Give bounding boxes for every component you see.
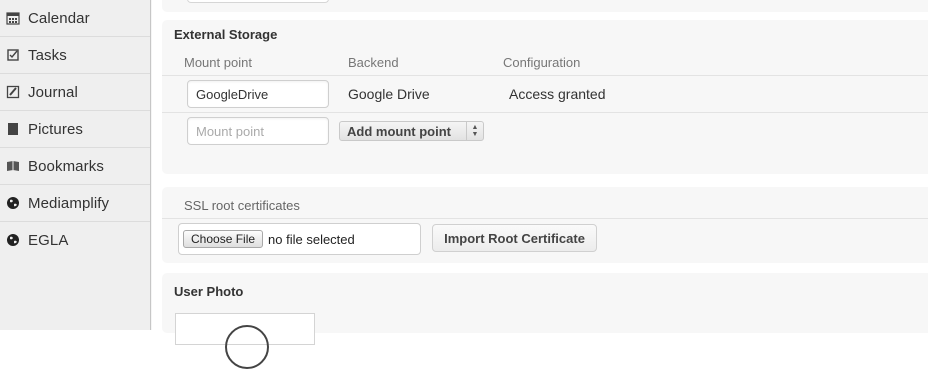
- settings-content: External Storage Mount point Backend Con…: [152, 0, 928, 369]
- certificate-file-input[interactable]: Choose File no file selected: [178, 223, 421, 255]
- section-divider: [162, 218, 928, 219]
- mount-point-input[interactable]: [187, 80, 329, 108]
- sidebar-item-label: Tasks: [28, 46, 67, 64]
- column-header-configuration: Configuration: [503, 55, 581, 70]
- sidebar-item-journal[interactable]: Journal: [0, 74, 150, 111]
- bookmarks-icon: [6, 159, 20, 173]
- globe-icon: [6, 196, 20, 210]
- sidebar-item-tasks[interactable]: Tasks: [0, 37, 150, 74]
- add-mount-point-label: Add mount point: [347, 123, 451, 139]
- user-photo-frame: [175, 313, 315, 369]
- pictures-icon: [6, 122, 20, 136]
- sidebar-item-label: Bookmarks: [28, 157, 104, 175]
- section-title: SSL root certificates: [184, 198, 300, 213]
- sidebar-item-label: Calendar: [28, 9, 90, 27]
- file-status: no file selected: [268, 231, 355, 247]
- external-storage-section: External Storage Mount point Backend Con…: [162, 20, 928, 174]
- ssl-section: SSL root certificates Choose File no fil…: [162, 187, 928, 263]
- table-divider: [162, 112, 928, 113]
- previous-section: [162, 0, 928, 12]
- sidebar-item-mediamplify[interactable]: Mediamplify: [0, 185, 150, 222]
- journal-icon: [6, 85, 20, 99]
- section-title: User Photo: [174, 284, 244, 299]
- sidebar-item-calendar[interactable]: Calendar: [0, 0, 150, 37]
- select-arrows-icon: ▲ ▼: [466, 122, 483, 140]
- avatar: [225, 325, 269, 369]
- user-photo-section: User Photo: [162, 273, 928, 369]
- sidebar-item-egla[interactable]: EGLA: [0, 222, 150, 258]
- sidebar-item-bookmarks[interactable]: Bookmarks: [0, 148, 150, 185]
- add-mount-point-select[interactable]: Add mount point ▲ ▼: [339, 121, 484, 141]
- column-header-mount-point: Mount point: [184, 55, 252, 70]
- sidebar-item-pictures[interactable]: Pictures: [0, 111, 150, 148]
- section-title: External Storage: [174, 27, 278, 42]
- sidebar-item-label: Pictures: [28, 120, 83, 138]
- new-mount-point-input[interactable]: [187, 117, 329, 145]
- globe-icon: [6, 233, 20, 247]
- configuration-status: Access granted: [509, 86, 606, 102]
- calendar-icon: [6, 11, 20, 25]
- table-divider: [162, 75, 928, 76]
- backend-value: Google Drive: [348, 86, 430, 102]
- sidebar-item-label: Mediamplify: [28, 194, 110, 212]
- column-header-backend: Backend: [348, 55, 399, 70]
- import-root-certificate-button[interactable]: Import Root Certificate: [432, 224, 597, 252]
- tasks-icon: [6, 48, 20, 62]
- sidebar-item-label: EGLA: [28, 231, 69, 249]
- app-sidebar: Calendar Tasks Journal Pictures Bookmark…: [0, 0, 153, 330]
- choose-file-button[interactable]: Choose File: [183, 230, 264, 248]
- previous-section-control: [187, 0, 329, 3]
- sidebar-item-label: Journal: [28, 83, 78, 101]
